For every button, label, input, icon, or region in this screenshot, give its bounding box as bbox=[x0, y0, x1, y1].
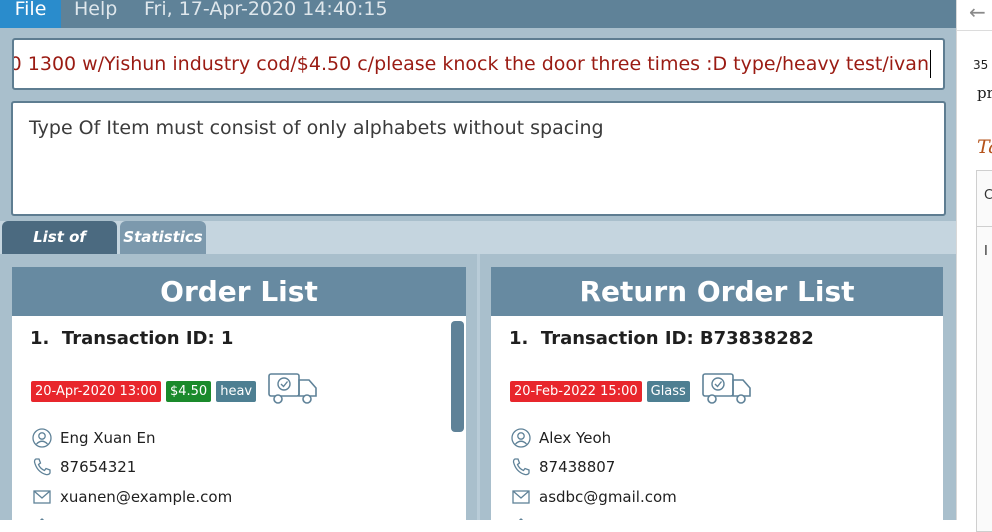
command-input-text: 04-20 1300 w/Yishun industry cod/$4.50 c… bbox=[12, 53, 929, 75]
return-customer-name-text: Alex Yeoh bbox=[539, 429, 612, 447]
split-divider[interactable] bbox=[477, 254, 480, 520]
table-cell-fragment: I bbox=[984, 244, 988, 259]
customer-name-text: Eng Xuan En bbox=[60, 429, 156, 447]
back-arrow-icon[interactable]: ← bbox=[969, 0, 986, 24]
result-display: Type Of Item must consist of only alphab… bbox=[11, 101, 946, 216]
return-customer-name: Alex Yeoh bbox=[511, 428, 611, 448]
menu-file[interactable]: File bbox=[0, 0, 61, 28]
return-customer-email-text: asdbc@gmail.com bbox=[539, 488, 677, 506]
return-order-tags: 20-Feb-2022 15:00 Glass bbox=[510, 373, 753, 404]
cod-tag: $4.50 bbox=[165, 380, 212, 402]
table-fragment bbox=[976, 170, 992, 532]
return-customer-address bbox=[511, 516, 539, 520]
menu-bar: File Help Fri, 17-Apr-2020 14:40:15 bbox=[0, 0, 956, 28]
command-input[interactable]: 04-20 1300 w/Yishun industry cod/$4.50 c… bbox=[12, 38, 945, 90]
result-message: Type Of Item must consist of only alphab… bbox=[29, 117, 604, 139]
clock-datetime: Fri, 17-Apr-2020 14:40:15 bbox=[144, 0, 388, 20]
order-tags: 20-Apr-2020 13:00 $4.50 heav bbox=[31, 373, 319, 404]
tab-bar: List of Orders Statistics bbox=[0, 221, 956, 279]
order-list-scrollbar[interactable] bbox=[451, 321, 464, 432]
envelope-icon bbox=[33, 490, 51, 504]
toolbar-divider bbox=[957, 30, 992, 31]
customer-phone-text: 87654321 bbox=[60, 458, 137, 476]
heading-fragment: Ta bbox=[977, 136, 992, 158]
customer-phone: 87654321 bbox=[32, 457, 136, 477]
customer-email-text: xuanen@example.com bbox=[60, 488, 233, 506]
return-date-tag: 20-Feb-2022 15:00 bbox=[510, 380, 642, 402]
order-transaction-id: Transaction ID: 1 bbox=[61, 328, 234, 349]
customer-address bbox=[32, 516, 60, 520]
line-number: 35 bbox=[973, 58, 989, 72]
customer-email: xuanen@example.com bbox=[32, 487, 232, 507]
return-transaction-id: Transaction ID: B73838282 bbox=[540, 328, 814, 349]
phone-icon bbox=[33, 458, 51, 476]
table-cell-fragment: C bbox=[984, 188, 992, 203]
text-fragment: pr bbox=[977, 84, 992, 102]
home-icon bbox=[39, 518, 45, 520]
envelope-icon bbox=[512, 490, 530, 504]
tab-statistics[interactable]: Statistics bbox=[120, 221, 206, 254]
order-index: 1. bbox=[30, 328, 50, 349]
person-icon bbox=[511, 428, 531, 448]
customer-name: Eng Xuan En bbox=[32, 428, 156, 448]
tab-list-of-orders[interactable]: List of Orders bbox=[2, 221, 117, 279]
order-list-panel: Order List 1. Transaction ID: 1 20-Apr-2… bbox=[12, 267, 466, 520]
delivery-date-tag: 20-Apr-2020 13:00 bbox=[31, 380, 161, 402]
truck-check-icon bbox=[268, 373, 317, 404]
order-card-title: 1. Transaction ID: 1 bbox=[30, 328, 233, 349]
text-caret bbox=[930, 50, 931, 78]
table-row-divider bbox=[976, 226, 992, 227]
return-customer-email: asdbc@gmail.com bbox=[511, 487, 677, 507]
app-window: File Help Fri, 17-Apr-2020 14:40:15 04-2… bbox=[0, 0, 956, 520]
return-order-index: 1. bbox=[509, 328, 529, 349]
item-type-tag: heav bbox=[216, 380, 257, 402]
menu-help[interactable]: Help bbox=[74, 0, 117, 28]
home-icon bbox=[518, 518, 524, 520]
truck-check-icon bbox=[702, 373, 751, 404]
order-list-title: Order List bbox=[12, 267, 466, 316]
phone-icon bbox=[512, 458, 530, 476]
return-customer-phone-text: 87438807 bbox=[539, 458, 616, 476]
return-customer-phone: 87438807 bbox=[511, 457, 615, 477]
return-order-list-title: Return Order List bbox=[491, 267, 943, 316]
return-item-type-tag: Glass bbox=[646, 380, 690, 402]
person-icon bbox=[32, 428, 52, 448]
return-order-card-title: 1. Transaction ID: B73838282 bbox=[509, 328, 814, 349]
return-order-list-panel: Return Order List 1. Transaction ID: B73… bbox=[491, 267, 943, 520]
